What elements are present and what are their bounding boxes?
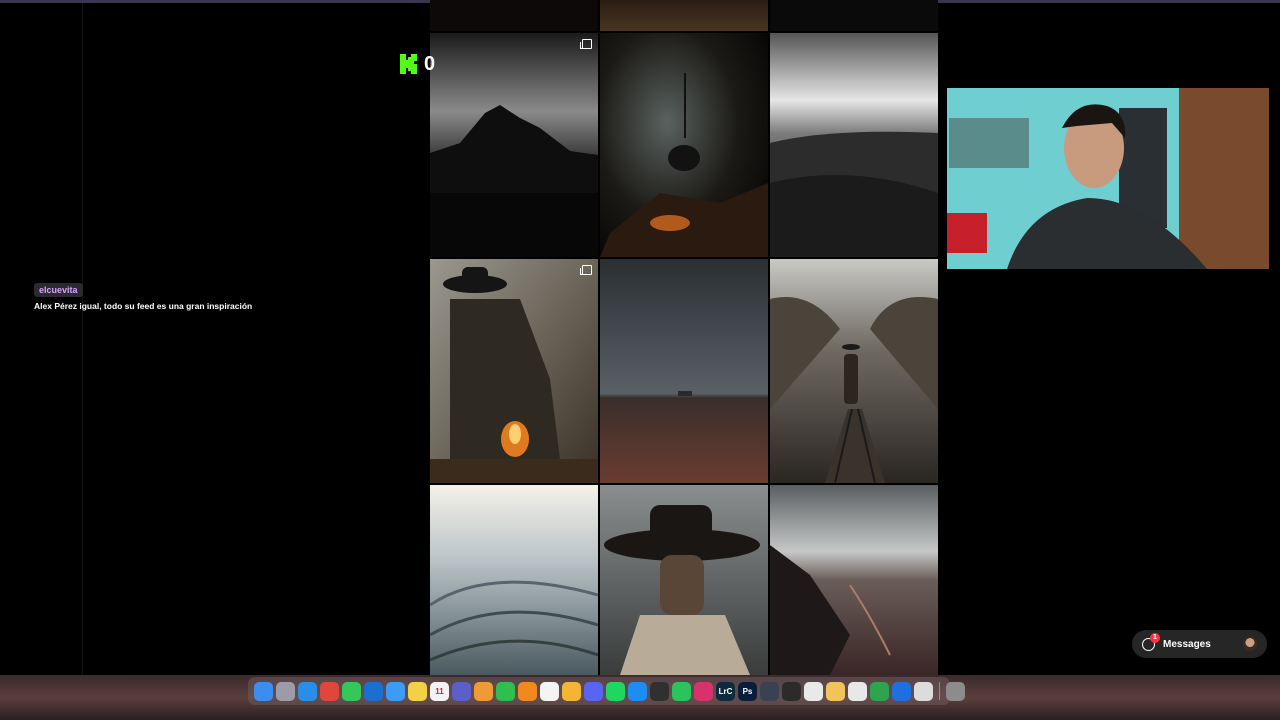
feed-tile-plateau[interactable] [770,33,938,257]
dock-pages-icon[interactable] [540,681,559,701]
feed-tile-mountain[interactable] [430,33,598,257]
feed-tile-partial[interactable] [600,0,768,31]
dock-capcut-icon[interactable] [848,681,867,701]
messages-button[interactable]: 1 Messages [1132,630,1267,658]
dock-spotify-icon[interactable] [606,681,625,701]
chat-message: elcuevita Alex Pérez igual, todo su feed… [34,280,394,311]
messenger-icon: 1 [1142,632,1160,651]
carousel-icon [580,265,592,275]
dock-numbers-icon[interactable] [870,681,889,701]
feed-tile-field[interactable] [600,259,768,483]
dock-calendar-icon[interactable]: 11 [430,681,449,701]
dock-photos-icon[interactable] [474,681,493,701]
dock-obs-icon[interactable] [650,681,669,701]
dock-preview-icon[interactable] [826,681,845,701]
dock-whatsapp-icon[interactable] [672,681,691,701]
unread-badge: 1 [1150,632,1160,643]
dock-facetime-icon[interactable] [496,681,515,701]
dock-activity-monitor-icon[interactable] [782,681,801,701]
carousel-icon [580,39,592,49]
dock-books-icon[interactable] [518,681,537,701]
dock-screen-sharing-icon[interactable] [914,681,933,701]
feed-tile-cowboy-campfire[interactable] [430,259,598,483]
kick-viewer-counter: 0 [398,52,435,76]
dock-outlook-icon[interactable] [364,681,383,701]
messages-label: Messages [1163,638,1211,650]
dock-davinci-resolve-icon[interactable] [760,681,779,701]
dock-photoshop-icon[interactable]: Ps [738,681,757,701]
dock-trash-icon[interactable] [946,681,965,701]
dock-discord-icon[interactable] [584,681,603,701]
dock-notes-icon[interactable] [408,681,427,701]
viewer-count: 0 [424,52,436,75]
avatar [1243,637,1257,651]
dock-sketch-icon[interactable] [562,681,581,701]
dock-instagram-icon[interactable] [694,681,713,701]
feed-tile-partial[interactable] [430,0,598,31]
dock-safari-icon[interactable] [298,681,317,701]
feed-tile-mountain-valley[interactable] [770,485,938,675]
feed-tile-kettle[interactable] [600,33,768,257]
dock-lightroom-classic-icon[interactable]: LrC [716,681,735,701]
feed-tile-cowboy-railway[interactable] [770,259,938,483]
dock-app-store-icon[interactable] [628,681,647,701]
chat-username[interactable]: elcuevita [34,283,83,297]
feed-tile-partial[interactable] [770,0,938,31]
instagram-feed-grid [430,0,938,675]
dock-separator [939,682,940,700]
panel-divider [82,3,83,675]
webcam-overlay [947,88,1269,269]
dock-messages-icon[interactable] [342,681,361,701]
macos-dock: 11 LrC Ps [248,677,965,705]
kick-logo-icon [400,54,417,74]
dock-mail-icon[interactable] [386,681,405,701]
dock-launchpad-icon[interactable] [276,681,295,701]
feed-tile-cowboy-portrait[interactable] [600,485,768,675]
chat-message-text: Alex Pérez igual, todo su feed es una gr… [34,301,253,311]
dock-vpn-icon[interactable] [892,681,911,701]
dock-finder-icon[interactable] [254,681,273,701]
feed-tile-snow-ridges[interactable] [430,485,598,675]
dock-chrome-icon[interactable] [320,681,339,701]
dock-teams-icon[interactable] [452,681,471,701]
dock-keynote-icon[interactable] [804,681,823,701]
